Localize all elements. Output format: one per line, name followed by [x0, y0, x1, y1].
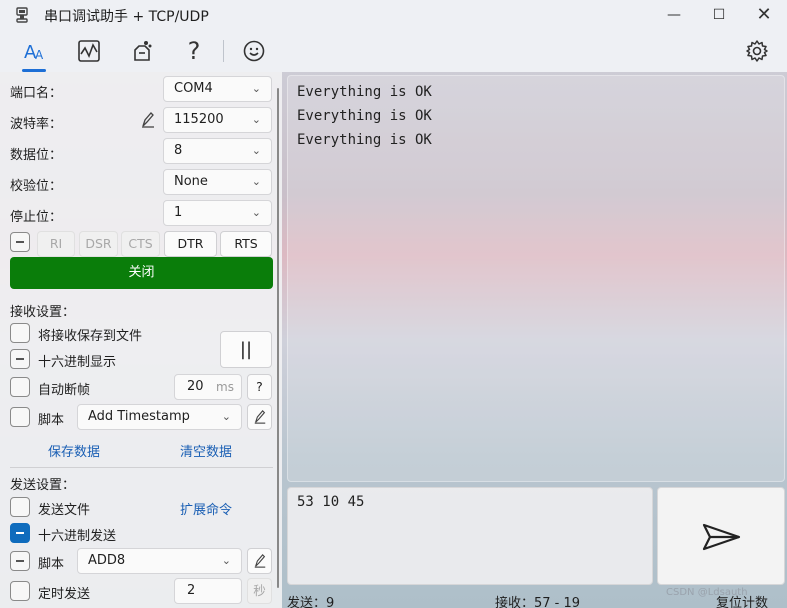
save-to-file-label: 将接收保存到文件 — [38, 329, 143, 344]
port-value: COM4 — [174, 81, 213, 96]
parity-label: 校验位： — [10, 179, 63, 194]
rx-line: Everything is OK — [297, 132, 432, 148]
stopbits-value: 1 — [174, 205, 183, 220]
text-mode-icon[interactable]: AA — [22, 38, 48, 64]
edit-icon — [254, 554, 265, 568]
tx-script-value: ADD8 — [88, 553, 126, 568]
frame-ms-input[interactable]: 20 ms — [174, 374, 242, 400]
hex-display-label: 十六进制显示 — [38, 355, 117, 370]
received-count: 接收：57 - 19 — [495, 596, 581, 608]
tx-script-checkbox[interactable] — [10, 551, 30, 571]
rx-line: Everything is OK — [297, 108, 432, 124]
edit-icon — [254, 410, 265, 424]
dsr-button: DSR — [79, 231, 118, 257]
signals-checkbox[interactable] — [10, 232, 30, 252]
chevron-down-icon: ⌄ — [251, 113, 261, 126]
send-icon — [702, 523, 741, 551]
sent-count: 发送：9 — [287, 596, 335, 608]
help-icon[interactable]: ? — [181, 38, 207, 64]
port-select[interactable]: COM4 ⌄ — [163, 76, 272, 102]
interval-unit: 秒 — [247, 578, 272, 604]
frame-unit: ms — [216, 380, 234, 394]
pause-button[interactable]: || — [220, 331, 272, 368]
chevron-down-icon: ⌄ — [251, 206, 261, 219]
ext-commands-link[interactable]: 扩展命令 — [180, 499, 232, 518]
clear-data-link[interactable]: 清空数据 — [180, 441, 232, 460]
chevron-down-icon: ⌄ — [251, 144, 261, 157]
parity-select[interactable]: None ⌄ — [163, 169, 272, 195]
hex-display-checkbox[interactable] — [10, 349, 30, 369]
save-data-link[interactable]: 保存数据 — [48, 441, 100, 460]
databits-value: 8 — [174, 143, 183, 158]
smiley-icon[interactable] — [241, 38, 267, 64]
reset-count-link[interactable]: 复位计数 — [716, 592, 768, 608]
title-bar: 串口调试助手 + TCP/UDP — ☐ ✕ — [0, 0, 787, 30]
chevron-down-icon: ⌄ — [251, 82, 261, 95]
rx-line: Everything is OK — [297, 84, 432, 100]
chevron-down-icon: ⌄ — [221, 410, 231, 423]
settings-icon[interactable] — [744, 38, 770, 64]
toolbar: AA ? — [0, 30, 787, 72]
rx-script-select[interactable]: Add Timestamp ⌄ — [77, 404, 242, 430]
databits-select[interactable]: 8 ⌄ — [163, 138, 272, 164]
toolbar-separator — [223, 40, 224, 62]
parity-value: None — [174, 174, 208, 189]
rts-button[interactable]: RTS — [220, 231, 272, 257]
send-text: 53 10 45 — [297, 494, 365, 510]
minimize-button[interactable]: — — [663, 4, 685, 26]
left-scrollbar[interactable] — [277, 88, 279, 588]
app-logo-icon — [16, 7, 28, 23]
svg-text:A: A — [35, 48, 44, 62]
frame-ms-value: 20 — [187, 379, 204, 394]
rx-script-label: 脚本 — [38, 413, 65, 428]
tx-script-label: 脚本 — [38, 557, 65, 572]
plugin-icon[interactable] — [129, 38, 155, 64]
receive-section-label: 接收设置： — [10, 305, 76, 320]
interval-value: 2 — [187, 583, 196, 598]
section-divider — [10, 467, 273, 468]
edit-icon[interactable] — [140, 111, 156, 129]
chevron-down-icon: ⌄ — [221, 554, 231, 567]
rx-script-checkbox[interactable] — [10, 407, 30, 427]
maximize-button[interactable]: ☐ — [708, 4, 730, 26]
frame-help-button[interactable]: ? — [247, 374, 272, 400]
stopbits-select[interactable]: 1 ⌄ — [163, 200, 272, 226]
timed-send-checkbox[interactable] — [10, 581, 30, 601]
rx-script-value: Add Timestamp — [88, 409, 190, 424]
port-label: 端口名： — [10, 86, 63, 101]
tx-script-edit-button[interactable] — [247, 548, 272, 574]
rx-script-edit-button[interactable] — [247, 404, 272, 430]
chevron-down-icon: ⌄ — [251, 175, 261, 188]
send-button[interactable] — [657, 487, 785, 585]
auto-frame-checkbox[interactable] — [10, 377, 30, 397]
send-file-label: 发送文件 — [38, 503, 91, 518]
auto-frame-label: 自动断帧 — [38, 383, 91, 398]
baud-value: 115200 — [174, 112, 224, 127]
send-section-label: 发送设置： — [10, 478, 76, 493]
save-to-file-checkbox[interactable] — [10, 323, 30, 343]
send-file-checkbox[interactable] — [10, 497, 30, 517]
baud-label: 波特率： — [10, 117, 63, 132]
chart-icon[interactable] — [76, 38, 102, 64]
close-window-button[interactable]: ✕ — [753, 4, 775, 26]
interval-input[interactable]: 2 — [174, 578, 242, 604]
cts-button: CTS — [121, 231, 160, 257]
ri-button: RI — [37, 231, 75, 257]
hex-send-checkbox[interactable] — [10, 523, 30, 543]
databits-label: 数据位： — [10, 148, 63, 163]
dtr-button[interactable]: DTR — [164, 231, 217, 257]
hex-send-label: 十六进制发送 — [38, 529, 117, 544]
stopbits-label: 停止位： — [10, 210, 63, 225]
baud-select[interactable]: 115200 ⌄ — [163, 107, 272, 133]
timed-send-label: 定时发送 — [38, 587, 91, 602]
window-title: 串口调试助手 + TCP/UDP — [44, 9, 209, 25]
tx-script-select[interactable]: ADD8 ⌄ — [77, 548, 242, 574]
open-close-button[interactable]: 关闭 — [10, 257, 273, 289]
